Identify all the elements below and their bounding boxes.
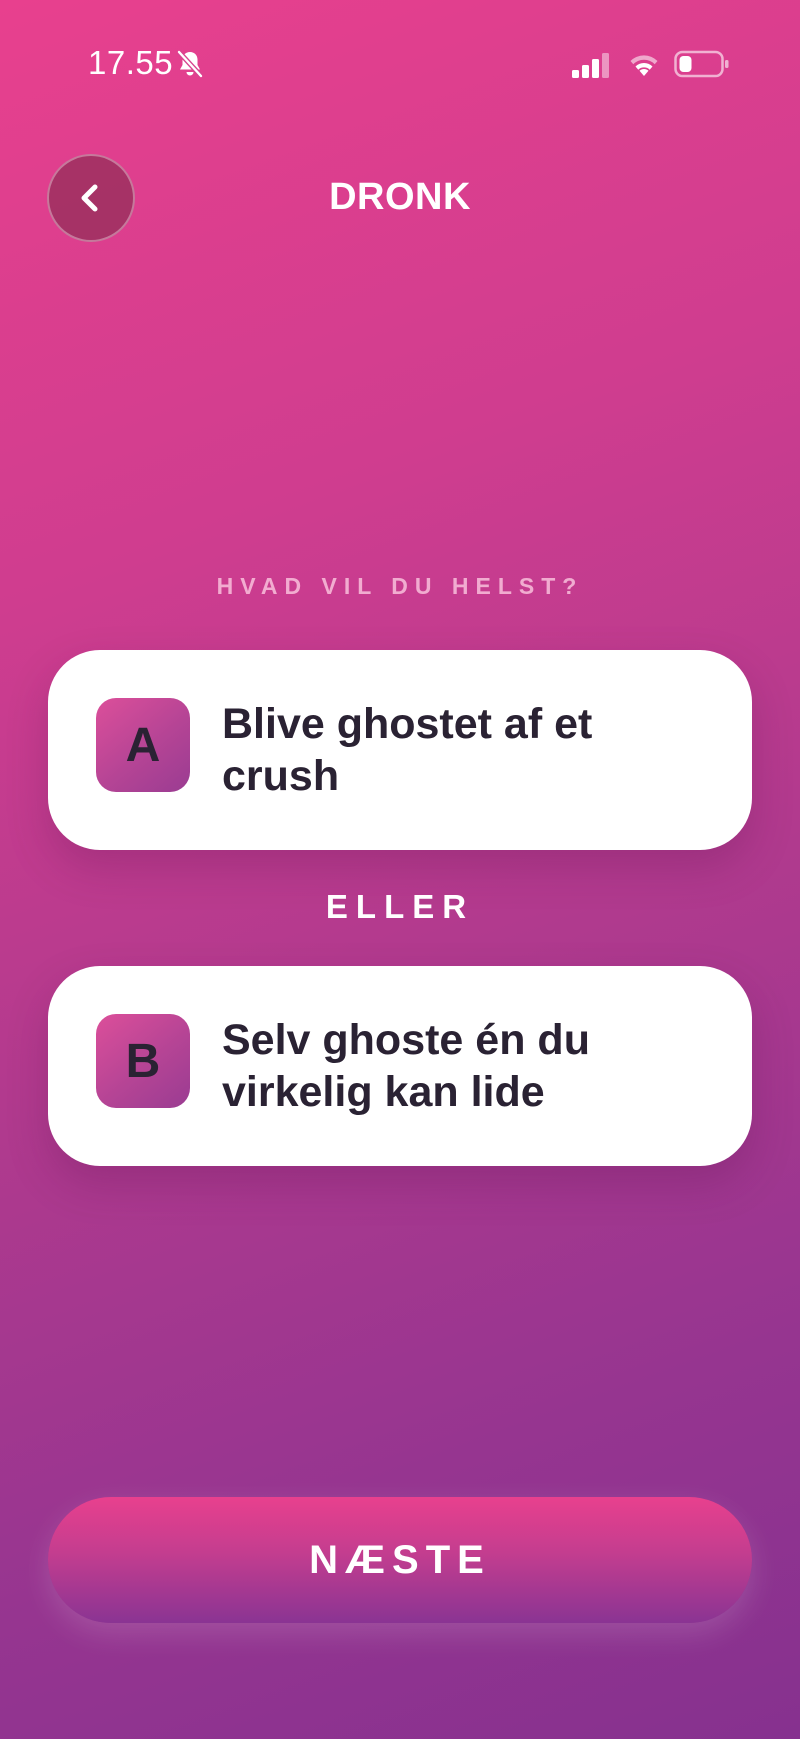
signal-icon	[572, 53, 609, 78]
next-button[interactable]: NÆSTE	[48, 1497, 752, 1623]
option-a-text: Blive ghostet af et crush	[222, 700, 593, 800]
page-title: DRONK	[329, 176, 471, 218]
status-time: 17.55	[88, 44, 174, 81]
option-a-badge: A	[96, 698, 190, 792]
option-a-card[interactable]: A Blive ghostet af et crush	[48, 650, 752, 850]
option-b-card[interactable]: B Selv ghoste én du virkelig kan lide	[48, 966, 752, 1166]
question-label: HVAD VIL DU HELST?	[216, 573, 584, 599]
option-b-badge: B	[96, 1014, 190, 1108]
next-button-label: NÆSTE	[309, 1537, 491, 1582]
option-b-text: Selv ghoste én du virkelig kan lide	[222, 1016, 590, 1116]
status-bar: 17.55	[0, 0, 800, 130]
battery-icon	[674, 50, 729, 78]
bell-off-icon	[177, 50, 203, 78]
wifi-icon	[630, 55, 658, 76]
or-separator: ELLER	[325, 888, 475, 925]
